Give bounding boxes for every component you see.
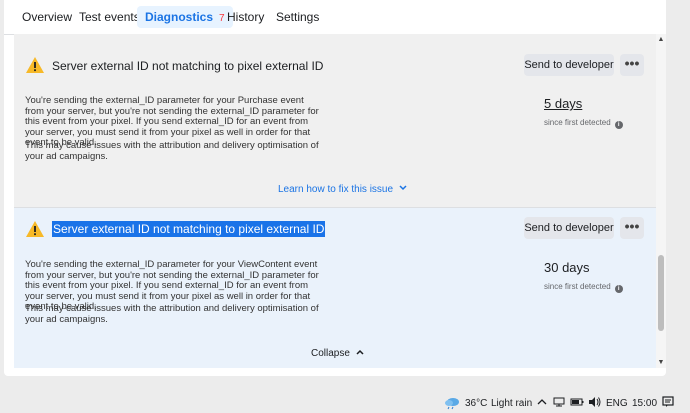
scrollbar-thumb[interactable] bbox=[658, 255, 664, 331]
scroll-up-arrow-icon[interactable]: ▲ bbox=[657, 36, 665, 43]
temperature: 36°C bbox=[465, 398, 488, 409]
send-to-developer-button[interactable]: Send to developer bbox=[524, 54, 614, 76]
chevron-up-icon bbox=[356, 349, 364, 355]
weather-rain-icon[interactable] bbox=[444, 396, 460, 410]
scroll-down-arrow-icon[interactable]: ▼ bbox=[657, 359, 665, 366]
info-icon[interactable]: i bbox=[614, 285, 623, 293]
since-first-detected: since first detected i bbox=[544, 118, 623, 129]
diagnostics-list: Server external ID not matching to pixel… bbox=[14, 34, 656, 368]
issue-title: Server external ID not matching to pixel… bbox=[52, 221, 326, 237]
since-label: since first detected bbox=[544, 282, 611, 291]
chevron-up-icon[interactable] bbox=[537, 398, 547, 406]
tab-settings[interactable]: Settings bbox=[268, 6, 327, 28]
tab-label: Test events bbox=[79, 10, 140, 24]
collapse-link[interactable]: Collapse bbox=[311, 348, 364, 359]
issue-card: Server external ID not matching to pixel… bbox=[14, 208, 656, 368]
weather-label: Light rain bbox=[491, 398, 533, 409]
more-options-button[interactable]: ••• bbox=[620, 217, 644, 239]
days-since-detected: 30 days bbox=[544, 260, 590, 275]
info-icon[interactable]: i bbox=[614, 121, 623, 129]
tab-label: Diagnostics bbox=[145, 10, 214, 24]
notification-icon[interactable] bbox=[662, 396, 674, 408]
tab-history[interactable]: History bbox=[219, 6, 272, 28]
tab-bar: Overview Test events Diagnostics 7 Histor… bbox=[4, 0, 666, 35]
tab-label: Settings bbox=[276, 10, 320, 24]
vertical-scrollbar[interactable]: ▲ ▼ bbox=[656, 34, 666, 368]
issue-impact: This may cause issues with the attributi… bbox=[25, 140, 319, 162]
issue-impact: This may cause issues with the attributi… bbox=[25, 303, 319, 325]
issue-card: Server external ID not matching to pixel… bbox=[14, 34, 656, 208]
tab-label: History bbox=[227, 10, 265, 24]
volume-icon[interactable] bbox=[588, 396, 601, 408]
clock[interactable]: 15:00 bbox=[632, 398, 657, 410]
battery-icon[interactable] bbox=[570, 397, 584, 407]
more-options-button[interactable]: ••• bbox=[620, 54, 644, 76]
app-window: Overview Test events Diagnostics 7 Histor… bbox=[4, 0, 666, 376]
tab-label: Overview bbox=[22, 10, 73, 24]
warning-icon bbox=[26, 221, 44, 237]
chevron-down-icon bbox=[399, 185, 407, 191]
since-first-detected: since first detected i bbox=[544, 282, 623, 293]
send-to-developer-button[interactable]: Send to developer bbox=[524, 217, 614, 239]
issue-title: Server external ID not matching to pixel… bbox=[52, 59, 324, 73]
learn-how-to-fix-link[interactable]: Learn how to fix this issue bbox=[278, 184, 407, 195]
since-label: since first detected bbox=[544, 118, 611, 127]
link-label: Collapse bbox=[311, 348, 350, 359]
warning-icon bbox=[26, 57, 44, 73]
days-since-detected[interactable]: 5 days bbox=[544, 96, 582, 111]
taskbar: 36°C Light rain ENG 15:00 bbox=[0, 393, 690, 413]
link-label: Learn how to fix this issue bbox=[278, 184, 394, 195]
language-indicator[interactable]: ENG bbox=[606, 398, 628, 410]
network-icon[interactable] bbox=[553, 397, 565, 407]
